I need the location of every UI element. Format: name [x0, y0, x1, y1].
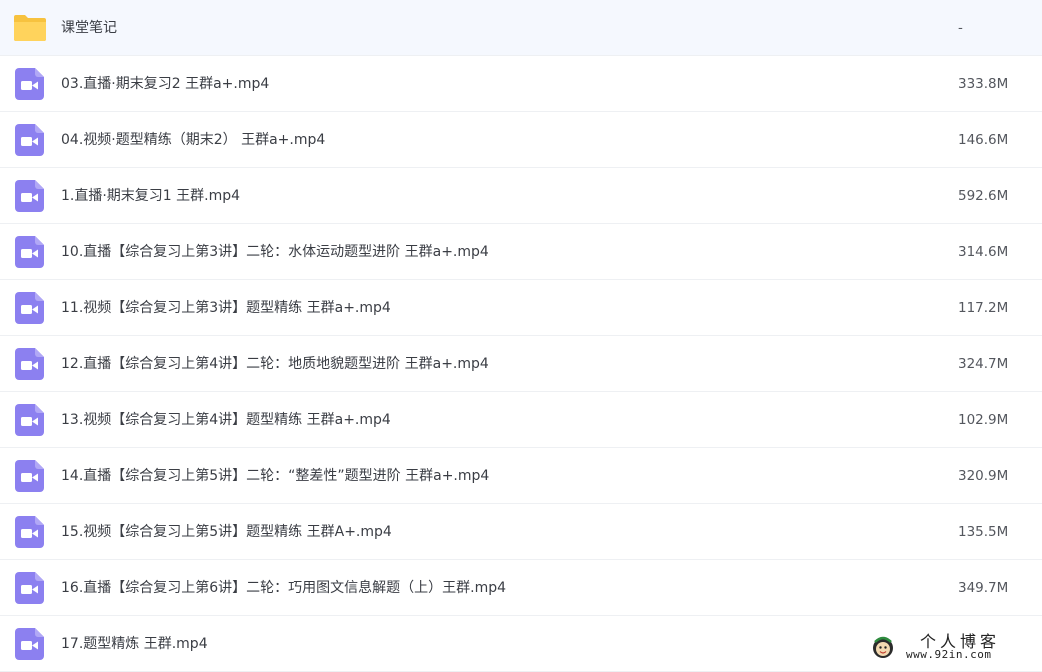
video-file-icon — [15, 572, 44, 604]
file-name[interactable]: 16.直播【综合复习上第6讲】二轮：巧用图文信息解题（上）王群.mp4 — [61, 560, 506, 616]
file-row[interactable]: 13.视频【综合复习上第4讲】题型精练 王群a+.mp4 102.9M — [0, 392, 1042, 448]
folder-icon — [14, 15, 46, 41]
video-file-icon — [15, 348, 44, 380]
file-row[interactable]: 16.直播【综合复习上第6讲】二轮：巧用图文信息解题（上）王群.mp4 349.… — [0, 560, 1042, 616]
file-size: 333.8M — [958, 76, 1009, 92]
file-size: 117.2M — [958, 300, 1009, 316]
watermark-url: www.92in.com — [906, 648, 992, 661]
file-row[interactable]: 03.直播·期末复习2 王群a+.mp4 333.8M — [0, 56, 1042, 112]
file-size: - — [958, 20, 963, 36]
file-row[interactable]: 15.视频【综合复习上第5讲】题型精练 王群A+.mp4 135.5M — [0, 504, 1042, 560]
video-file-icon — [15, 628, 44, 660]
file-name[interactable]: 04.视频·题型精练（期末2） 王群a+.mp4 — [61, 112, 325, 168]
file-size: 102.9M — [958, 412, 1009, 428]
file-size: 135.5M — [958, 524, 1009, 540]
file-name[interactable]: 13.视频【综合复习上第4讲】题型精练 王群a+.mp4 — [61, 392, 391, 448]
file-name[interactable]: 12.直播【综合复习上第4讲】二轮：地质地貌题型进阶 王群a+.mp4 — [61, 336, 489, 392]
video-file-icon — [15, 236, 44, 268]
video-file-icon — [15, 516, 44, 548]
file-row[interactable]: 11.视频【综合复习上第3讲】题型精练 王群a+.mp4 117.2M — [0, 280, 1042, 336]
file-size: 146.6M — [958, 132, 1009, 148]
file-name[interactable]: 15.视频【综合复习上第5讲】题型精练 王群A+.mp4 — [61, 504, 392, 560]
video-file-icon — [15, 404, 44, 436]
file-row[interactable]: 14.直播【综合复习上第5讲】二轮：“整差性”题型进阶 王群a+.mp4 320… — [0, 448, 1042, 504]
file-row[interactable]: 04.视频·题型精练（期末2） 王群a+.mp4 146.6M — [0, 112, 1042, 168]
file-list: 课堂笔记 - 03.直播·期末复习2 王群a+.mp4 333.8M 04.视频… — [0, 0, 1042, 672]
file-row[interactable]: 12.直播【综合复习上第4讲】二轮：地质地貌题型进阶 王群a+.mp4 324.… — [0, 336, 1042, 392]
video-file-icon — [15, 180, 44, 212]
cartoon-face-icon — [873, 636, 893, 658]
file-size: 324.7M — [958, 356, 1009, 372]
file-name[interactable]: 03.直播·期末复习2 王群a+.mp4 — [61, 56, 269, 112]
video-file-icon — [15, 460, 44, 492]
file-name[interactable]: 11.视频【综合复习上第3讲】题型精练 王群a+.mp4 — [61, 280, 391, 336]
file-size: 349.7M — [958, 580, 1009, 596]
video-file-icon — [15, 124, 44, 156]
file-name[interactable]: 17.题型精炼 王群.mp4 — [61, 616, 208, 672]
file-row[interactable]: 1.直播·期末复习1 王群.mp4 592.6M — [0, 168, 1042, 224]
file-size: 592.6M — [958, 188, 1009, 204]
file-size: 314.6M — [958, 244, 1009, 260]
file-name[interactable]: 14.直播【综合复习上第5讲】二轮：“整差性”题型进阶 王群a+.mp4 — [61, 448, 489, 504]
video-file-icon — [15, 68, 44, 100]
file-row[interactable]: 10.直播【综合复习上第3讲】二轮：水体运动题型进阶 王群a+.mp4 314.… — [0, 224, 1042, 280]
file-name[interactable]: 1.直播·期末复习1 王群.mp4 — [61, 168, 240, 224]
file-name[interactable]: 10.直播【综合复习上第3讲】二轮：水体运动题型进阶 王群a+.mp4 — [61, 224, 489, 280]
file-name[interactable]: 课堂笔记 — [61, 0, 117, 56]
watermark: 个人博客 www.92in.com — [868, 630, 1038, 666]
file-row-folder[interactable]: 课堂笔记 - — [0, 0, 1042, 56]
video-file-icon — [15, 292, 44, 324]
file-size: 320.9M — [958, 468, 1009, 484]
